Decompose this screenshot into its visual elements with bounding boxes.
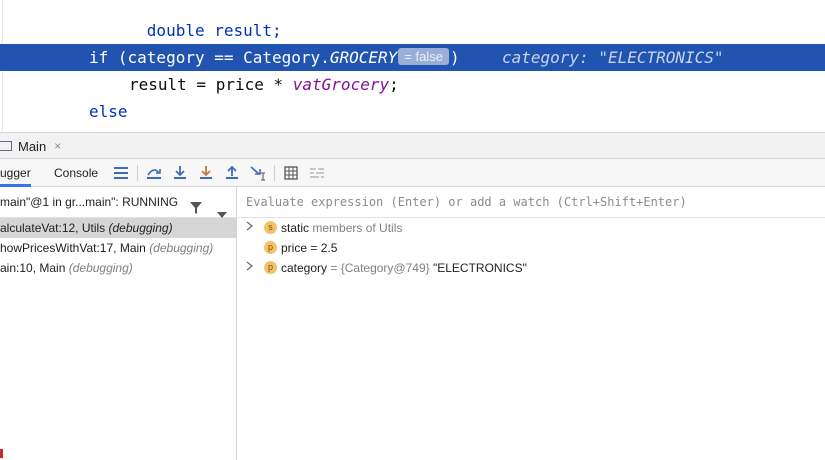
code-line[interactable]: result = price * vatGrocery; — [0, 71, 825, 98]
keyword-if: if — [89, 48, 109, 67]
chevron-right-icon[interactable] — [246, 258, 254, 278]
frame-status: (debugging) — [149, 241, 214, 255]
variable-content: price = 2.5 — [281, 238, 337, 258]
code-line[interactable]: else — [0, 98, 825, 125]
thread-status: main"@1 in gr...main": RUNNING — [0, 195, 179, 209]
code-fragment: ) — [449, 48, 460, 67]
frame-status: (debugging) — [68, 261, 133, 275]
step-out-icon[interactable] — [223, 164, 241, 182]
frame-method: ain:10, Main — [0, 261, 66, 275]
trace-current-stream-icon — [308, 164, 326, 182]
code-text: result = price * vatGrocery; — [129, 71, 399, 98]
tab-debugger[interactable]: ugger — [0, 159, 31, 187]
frame-method: alculateVat:12, Utils — [0, 221, 106, 235]
variable-value: members of Utils — [312, 221, 403, 235]
layout-menu-icon[interactable] — [112, 164, 130, 182]
keyword-else: else — [89, 102, 128, 121]
parameter-badge-icon: p — [264, 261, 277, 274]
code-text: if (category == Category.GROCERY = false) — [89, 44, 460, 71]
variable-name: category — [281, 261, 328, 275]
inline-debug-hint: category: "ELECTRONICS" — [502, 48, 724, 67]
code-line-current-execution[interactable]: if (category == Category.GROCERY = false)… — [0, 44, 825, 71]
code-fragment: ; — [389, 75, 399, 94]
enum-constant: GROCERY — [329, 48, 398, 67]
evaluate-expression-icon[interactable] — [282, 164, 300, 182]
code-line[interactable]: double result; — [0, 0, 825, 40]
step-over-icon[interactable] — [145, 164, 163, 182]
close-tab-icon[interactable]: × — [54, 139, 61, 153]
variable-name: price — [281, 241, 308, 255]
run-config-tab-main[interactable]: Main × — [0, 136, 61, 156]
variable-row-category[interactable]: p category = {Category@749} "ELECTRONICS… — [238, 258, 825, 278]
run-to-cursor-icon[interactable] — [249, 164, 267, 182]
filter-icon[interactable] — [190, 195, 202, 225]
frame-status: (debugging) — [108, 221, 173, 235]
code-statement: double result; — [146, 21, 282, 40]
variable-row-price[interactable]: p price = 2.5 — [238, 238, 825, 258]
chevron-right-icon[interactable] — [246, 218, 254, 238]
debug-tool-window-header: Main × — [0, 132, 825, 159]
run-tab-label: Main — [18, 138, 47, 154]
variables-panel: Evaluate expression (Enter) or add a wat… — [238, 187, 825, 460]
force-step-into-icon[interactable] — [197, 164, 215, 182]
variable-content: category = {Category@749} "ELECTRONICS" — [281, 258, 527, 278]
step-into-icon[interactable] — [171, 164, 189, 182]
code-fragment: (category == Category. — [108, 48, 330, 67]
variable-object-ref: = {Category@749} — [330, 261, 430, 275]
code-editor[interactable]: double result; if (category == Category.… — [0, 0, 825, 132]
thread-selector[interactable]: main"@1 in gr...main": RUNNING — [0, 187, 236, 218]
variable-content: static members of Utils — [281, 218, 402, 238]
stack-frame[interactable]: ain:10, Main (debugging) — [0, 258, 236, 278]
toolbar-separator — [137, 165, 138, 181]
variable-value: = 2.5 — [310, 241, 338, 255]
parameter-badge-icon: p — [264, 241, 277, 254]
evaluate-watch-input[interactable]: Evaluate expression (Enter) or add a wat… — [238, 187, 825, 218]
toolbar-separator — [274, 165, 275, 181]
variable-name: static — [281, 221, 310, 235]
frames-panel: main"@1 in gr...main": RUNNING alculateV… — [0, 187, 237, 460]
chevron-down-icon[interactable] — [217, 199, 227, 229]
field-reference: vatGrocery — [292, 75, 390, 94]
tab-console[interactable]: Console — [54, 159, 98, 187]
stack-frame[interactable]: howPricesWithVat:17, Main (debugging) — [0, 238, 236, 258]
code-fragment: result = price * — [129, 75, 293, 94]
error-marker — [0, 449, 3, 458]
debugger-toolbar: ugger Console — [0, 159, 825, 187]
variable-string-value: "ELECTRONICS" — [432, 261, 527, 275]
run-window-icon — [0, 141, 12, 151]
variable-row-static[interactable]: s static members of Utils — [238, 218, 825, 238]
frame-method: howPricesWithVat:17, Main — [0, 241, 146, 255]
inline-value-badge[interactable]: = false — [398, 48, 449, 65]
static-badge-icon: s — [264, 221, 277, 234]
